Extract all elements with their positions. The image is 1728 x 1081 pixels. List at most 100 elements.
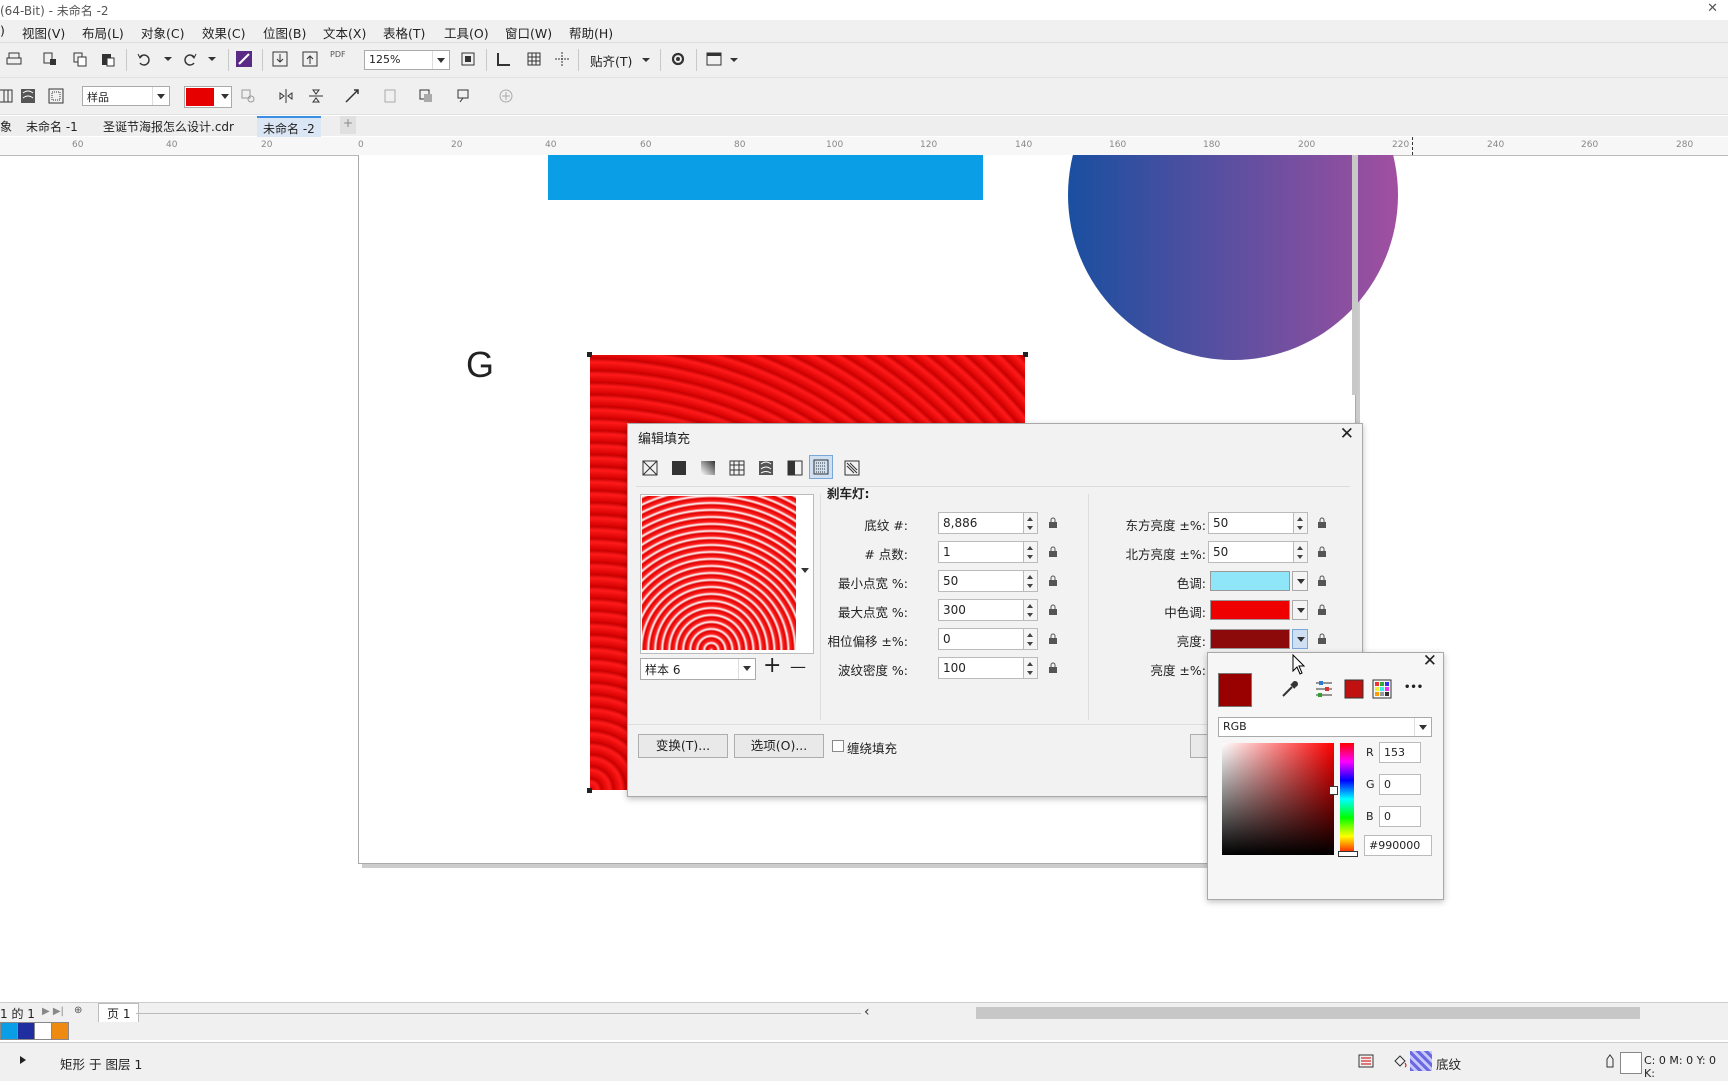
max-point-width-spinner[interactable] [1024,599,1038,621]
tab-partial[interactable]: 象 [0,118,12,135]
blue-value-input[interactable]: 0 [1379,806,1421,827]
redo-icon[interactable] [182,51,198,67]
menu-view[interactable]: 视图(V) [22,23,65,42]
uniform-fill-icon[interactable] [671,460,687,476]
menu-effects[interactable]: 效果(C) [202,23,245,42]
two-color-pattern-fill-icon[interactable] [787,460,803,476]
chevron-down-icon[interactable] [797,561,809,573]
gear-icon[interactable] [670,51,686,67]
palette-swatch-blue[interactable] [0,1022,18,1040]
saturation-handle[interactable] [1329,786,1338,795]
tab-christmas-poster[interactable]: 圣诞节海报怎么设计.cdr [103,118,234,135]
fill-texture-status-icon[interactable] [1358,1053,1374,1069]
launcher-dropdown-icon[interactable] [726,52,742,68]
show-rulers-icon[interactable] [496,51,512,67]
full-screen-icon[interactable] [460,51,476,67]
import-icon[interactable] [272,51,288,67]
phase-offset-spinner[interactable] [1024,628,1038,650]
next-page-icon[interactable]: ▶ ▶| [42,1006,64,1017]
close-icon[interactable]: ✕ [1423,651,1437,671]
texture-number-input[interactable]: 8,886 [938,512,1024,534]
redo-dropdown-icon[interactable] [204,51,220,67]
more-options-icon[interactable]: ••• [1404,682,1423,693]
midtone-color-dropdown[interactable] [1292,600,1308,620]
lock-icon[interactable] [1048,662,1058,674]
menu-table[interactable]: 表格(T) [383,23,425,42]
ripple-density-spinner[interactable] [1024,657,1038,679]
copy-properties-icon[interactable] [456,88,472,104]
wrap-fill-checkbox[interactable] [832,740,844,752]
north-brightness-input[interactable]: 50 [1208,541,1294,563]
palette-swatch-orange[interactable] [51,1022,69,1040]
transform-with-object-icon[interactable] [344,88,360,104]
scroll-left-icon[interactable]: ‹ [864,1004,870,1020]
mirror-horizontal-icon[interactable] [278,88,294,104]
fountain-fill-icon[interactable] [700,460,716,476]
tone-color-dropdown[interactable] [1292,571,1308,591]
undo-dropdown-icon[interactable] [160,51,176,67]
lock-icon[interactable] [1048,575,1058,587]
fill-pattern-icon[interactable] [0,88,16,104]
menu-object[interactable]: 对象(C) [141,23,184,42]
vector-pattern-fill-icon[interactable] [729,460,745,476]
menu-text[interactable]: 文本(X) [323,23,366,42]
export-icon[interactable] [302,51,318,67]
postscript-fill-tab-icon[interactable] [844,460,860,476]
snap-to-menu[interactable]: 贴齐(T) [590,51,632,70]
cut-icon[interactable] [42,51,58,67]
color-palettes-icon[interactable] [1372,679,1392,699]
menu-bitmaps[interactable]: 位图(B) [263,23,306,42]
texture-preset-combo[interactable]: 样本 6 [640,658,756,680]
texture-fill-tab-active[interactable] [809,455,833,479]
letter-g[interactable]: G [466,344,494,386]
add-preset-plus-icon[interactable]: + [763,653,781,678]
eyedropper-icon[interactable] [1280,679,1300,699]
max-point-width-input[interactable]: 300 [938,599,1024,621]
menu-layout[interactable]: 布局(L) [82,23,124,42]
north-brightness-spinner[interactable] [1294,541,1308,563]
selection-handle[interactable] [587,352,592,357]
palette-swatch-navy[interactable] [17,1022,35,1040]
texture-library-combo[interactable]: 样品 [82,86,170,106]
fill-color-picker[interactable] [184,86,232,108]
menu-window[interactable]: 窗口(W) [505,23,552,42]
lock-icon[interactable] [1317,575,1327,587]
tab-page-1[interactable]: 页 1 [98,1003,140,1023]
menu-tools[interactable]: 工具(O) [444,23,489,42]
tab-untitled-1[interactable]: 未命名 -1 [26,118,78,135]
east-brightness-spinner[interactable] [1294,512,1308,534]
green-value-input[interactable]: 0 [1379,774,1421,795]
point-count-spinner[interactable] [1024,541,1038,563]
horizontal-ruler[interactable]: 60 40 20 0 20 40 60 80 100 120 140 160 1… [0,137,1728,156]
brightness-color-swatch[interactable] [1210,629,1290,649]
horizontal-scrollbar-thumb[interactable] [976,1007,1640,1019]
lock-icon[interactable] [1048,546,1058,558]
show-grid-icon[interactable] [526,51,542,67]
window-close-icon[interactable]: ✕ [1707,1,1718,16]
add-plus-circle-icon[interactable] [498,88,514,104]
edit-fill-icon[interactable] [418,88,434,104]
point-count-input[interactable]: 1 [938,541,1024,563]
close-icon[interactable]: ✕ [1340,424,1354,444]
add-tab-plus-icon[interactable]: + [340,116,356,134]
lock-icon[interactable] [1317,546,1327,558]
freeze-fill-icon[interactable] [382,88,398,104]
show-guidelines-icon[interactable] [554,51,570,67]
search-content-icon[interactable] [236,51,252,67]
min-point-width-input[interactable]: 50 [938,570,1024,592]
postscript-fill-icon[interactable] [48,88,64,104]
add-page-icon[interactable]: ⊕ [74,1005,82,1016]
texture-preview-box[interactable] [640,494,814,654]
pen-outline-icon[interactable] [1602,1053,1618,1069]
lock-icon[interactable] [1048,633,1058,645]
east-brightness-input[interactable]: 50 [1208,512,1294,534]
blue-rectangle[interactable] [548,155,983,200]
fill-bucket-icon[interactable] [1392,1053,1408,1069]
bitmap-pattern-fill-icon[interactable] [758,460,774,476]
publish-pdf-icon[interactable]: PDF [330,50,346,59]
color-model-combo[interactable]: RGB [1218,717,1432,737]
palette-swatch-white[interactable] [34,1022,52,1040]
zoom-combo[interactable]: 125% [364,50,450,70]
texture-icon[interactable] [20,88,36,104]
selection-handle[interactable] [587,788,592,793]
